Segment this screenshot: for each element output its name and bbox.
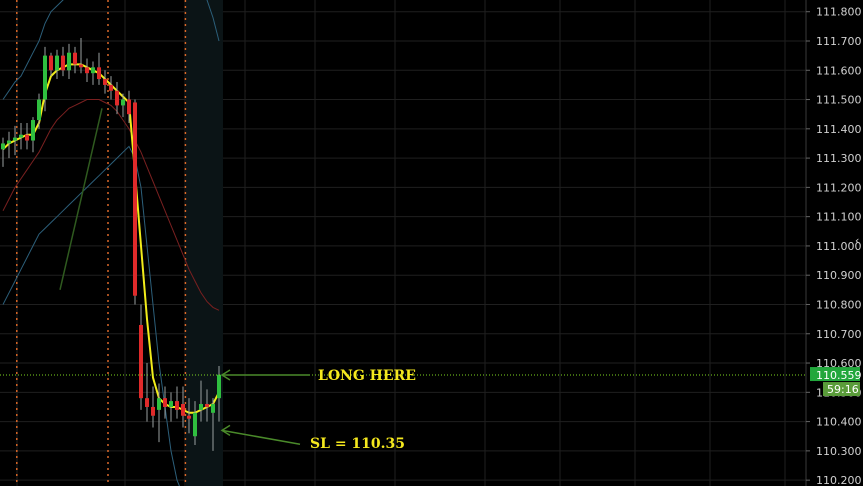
candle-body [55,55,59,71]
candle-body [193,412,197,437]
price-tick-label: 111.400 [816,123,862,136]
candle-body [187,415,191,419]
candle [175,386,179,419]
price-tick-label: 110.300 [816,445,862,458]
candle [25,122,29,150]
candle-body [31,120,35,141]
candle-body [145,398,149,407]
candle [73,46,77,74]
candle-body [127,99,131,115]
entry-annotation: LONG HERE [318,368,416,384]
candle [103,70,107,94]
session-lines [16,0,187,486]
candle [19,122,23,150]
candle-body [97,67,101,80]
candle-body [73,52,77,65]
price-tick-label: 111.100 [816,211,862,224]
candle-body [37,99,41,121]
scroll-arrow-icon[interactable]: ‹ [855,234,859,247]
candle [91,61,95,85]
candle-body [79,64,83,68]
candle [31,117,35,153]
candle-body [25,134,29,141]
candle [55,49,59,80]
candle-body [7,140,11,144]
candle [97,52,101,85]
candle-body [217,374,221,399]
candle-body [175,401,179,410]
price-tick-label: 110.700 [816,328,862,341]
price-tick-label: 111.700 [816,35,862,48]
price-chart[interactable]: LONG HERE SL = 110.35 111.800111.700111.… [0,0,863,486]
candle-body [151,406,155,416]
candle-body [13,137,17,141]
candle-body [157,398,161,410]
chart-window: LONG HERE SL = 110.35 111.800 111.700 111.… [0,0,863,486]
candle-body [139,324,143,399]
candle-body [199,404,203,410]
candle [61,46,65,77]
candle-body [67,52,71,71]
current-price-label: 110.559 [816,369,862,382]
candle [85,58,89,82]
candle-body [61,55,65,71]
price-tick-label: 111.300 [816,152,862,165]
candle-body [169,401,173,407]
candle-body [133,102,137,296]
candle-body [103,79,107,85]
trend-line [59,108,103,291]
candle-body [91,67,95,74]
price-tick-label: 111.800 [816,6,862,19]
candle [1,137,5,167]
candle-body [1,143,5,150]
candle-body [109,84,113,91]
price-tick-label: 110.800 [816,298,862,311]
candle-body [181,404,185,416]
price-tick-label: 111.500 [816,94,862,107]
candle-body [205,404,209,407]
stop-annotation: SL = 110.35 [310,436,405,452]
candle-body [121,99,125,106]
stop-arrow [221,429,301,445]
candle-body [211,404,215,413]
price-axis[interactable]: 111.800 111.700 111.600 111.500 111.400 111.3… [806,6,862,486]
candle [139,304,143,410]
candle [79,38,83,74]
candle [67,43,71,80]
candle-body [49,55,53,71]
countdown-label: 59:16 [827,383,859,396]
candle [49,52,53,77]
annotation-arrows [220,369,310,445]
candle-body [115,90,119,106]
candle-body [85,67,89,74]
price-tick-label: 110.900 [816,269,862,282]
price-tick-label: 110.200 [816,474,862,486]
price-tick-label: 110.400 [816,416,862,429]
candle [133,99,137,305]
price-tick-label: 111.600 [816,64,862,77]
price-tick-label: 111.200 [816,181,862,194]
candle-body [43,55,47,100]
candle-body [19,134,23,138]
grid [0,0,806,486]
candle [109,76,113,100]
candle-body [163,398,167,407]
